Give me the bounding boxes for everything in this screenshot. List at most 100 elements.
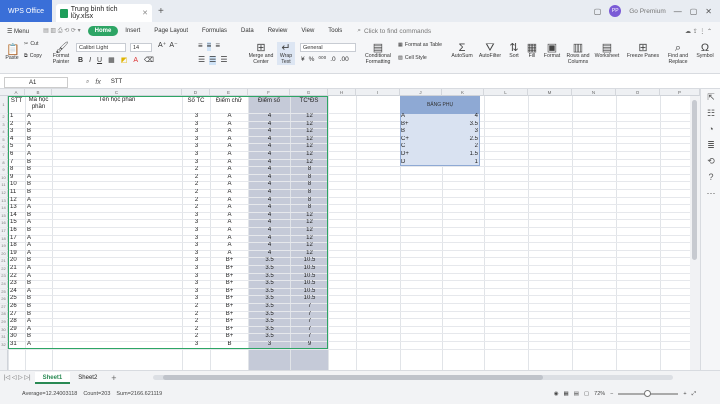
avatar[interactable]: PP [609,5,622,17]
align-left-buttons[interactable]: ☰ ☰ ☰ [198,55,228,65]
lookup-grade-cell[interactable]: B+ [401,121,431,129]
column-header-g[interactable]: G [290,89,328,96]
close-window-icon[interactable]: ✕ [705,7,712,16]
name-box[interactable]: A1 [4,76,68,88]
cut-button[interactable]: ✂ Cut [24,41,38,48]
row-header[interactable]: 1 [0,96,7,113]
lookup-score-cell[interactable]: 2.5 [450,136,478,144]
sheet-nav-icons[interactable]: |◁ ◁ ▷ ▷| [0,374,35,381]
zoom-in-icon[interactable]: + [683,391,686,397]
column-header-n[interactable]: N [572,89,616,96]
row-header[interactable]: 10 [0,174,7,182]
row-header[interactable]: 21 [0,257,7,265]
format-as-table-button[interactable]: ▦ Format as Table [398,42,442,49]
column-header-c[interactable]: C [52,89,182,96]
italic-icon[interactable]: I [89,57,91,65]
backup-icon[interactable]: ⟲ [701,153,720,169]
row-header[interactable]: 3 [0,121,7,129]
select-icon[interactable]: ⇱ [701,89,720,105]
page-break-icon[interactable]: ▤ [574,391,579,397]
tab-home[interactable]: Home [87,26,119,36]
align-center-icon[interactable]: ☰ [209,55,217,65]
row-header[interactable]: 8 [0,159,7,167]
lookup-score-cell[interactable]: 1 [450,159,478,167]
lookup-grade-cell[interactable]: D [401,159,431,167]
cell-style-button[interactable]: ▨ Cell Style [398,55,427,62]
lookup-score-cell[interactable]: 3.5 [450,121,478,129]
clear-format-icon[interactable]: ⌫ [144,57,154,65]
column-header-j[interactable]: J [400,89,442,96]
format-painter-button[interactable]: 🖌 Format Painter [50,42,72,65]
sort-button[interactable]: ⇅ Sort [505,42,523,60]
border-icon[interactable]: ▦ [108,57,115,65]
command-search[interactable]: ⌕ Click to find commands [357,27,431,35]
row-header[interactable]: 6 [0,143,7,151]
window-list-icon[interactable]: ▢ [594,7,602,16]
more-icon[interactable]: ⋯ [701,185,720,201]
horizontal-scroll-thumb[interactable] [162,375,543,380]
font-size-adjust[interactable]: A⁺ A⁻ [158,42,178,50]
page-layout-icon[interactable]: ▢ [584,391,589,397]
align-left-icon[interactable]: ☰ [198,55,205,65]
lookup-grade-cell[interactable]: D+ [401,151,431,159]
lookup-score-cell[interactable]: 2 [450,143,478,151]
align-top-buttons[interactable]: ≡ ≡ ≡ [198,41,220,51]
sheet-tab-1[interactable]: Sheet1 [34,371,71,384]
align-top-icon[interactable]: ≡ [198,41,203,51]
column-header-k[interactable]: K [442,89,484,96]
tab-insert[interactable]: Insert [118,28,147,34]
quick-access-icons[interactable]: ▤ ▥ ⎙ ⟲ ⟳ ▾ [36,27,88,35]
merge-center-button[interactable]: ⊞ Merge and Center [248,42,274,65]
column-header-h[interactable]: H [328,89,356,96]
formula-input[interactable]: STT [111,79,122,85]
row-header[interactable]: 5 [0,136,7,144]
tab-tools[interactable]: Tools [321,28,349,34]
format-button[interactable]: ▣ Format [542,42,562,60]
row-header[interactable]: 4 [0,128,7,136]
number-format-buttons[interactable]: ¥% ⁰⁰⁰ .0 .00 [301,56,349,63]
symbol-button[interactable]: Ω Symbol [694,42,716,60]
column-header-e[interactable]: E [210,89,248,96]
font-color-icon[interactable]: A [133,57,138,65]
tab-formulas[interactable]: Formulas [195,28,234,34]
row-header[interactable]: 7 [0,151,7,159]
percent-icon[interactable]: % [309,56,315,63]
new-tab-icon[interactable]: + [158,6,164,17]
row-header[interactable]: 20 [0,250,7,258]
row-header[interactable]: 9 [0,166,7,174]
zoom-slider-knob[interactable] [644,390,652,397]
lookup-score-cell[interactable]: 4 [450,113,478,121]
tab-data[interactable]: Data [234,28,261,34]
row-header[interactable]: 2 [0,113,7,121]
add-sheet-icon[interactable]: + [105,373,122,383]
find-replace-button[interactable]: ⌕ Find and Replace [666,42,690,65]
spreadsheet-grid[interactable]: 1 2 3 4 5 6 7 8 9 10 11 12 13 14 15 16 17 18 19 20 21 22 23 24 2… [0,96,700,370]
lookup-grade-cell[interactable]: C [401,143,431,151]
lookup-score-cell[interactable]: 1.5 [450,151,478,159]
lookup-grade-cell[interactable]: A [401,113,431,121]
autofilter-button[interactable]: ⛛ AutoFilter [478,42,502,60]
conditional-formatting-button[interactable]: ▤ Conditional Formatting [362,42,394,65]
row-header[interactable]: 22 [0,265,7,273]
column-header-b[interactable]: B [25,89,52,96]
go-premium-link[interactable]: Go Premium [629,8,665,15]
sheet-tab-2[interactable]: Sheet2 [70,372,105,384]
font-style-buttons[interactable]: BIU ▦ ◩ A ⌫ [78,57,154,65]
column-header-a[interactable]: A [8,89,25,96]
shapes-icon[interactable]: ◔ [701,121,720,137]
maximize-icon[interactable]: ▢ [690,7,698,16]
underline-icon[interactable]: U [97,57,102,65]
align-right-icon[interactable]: ☰ [220,55,227,65]
wrap-text-button[interactable]: ↵ Wrap Text [277,42,295,66]
decrease-decimal-icon[interactable]: .00 [340,56,349,63]
styles-icon[interactable]: ≣ [701,137,720,153]
bold-icon[interactable]: B [78,57,83,65]
row-header[interactable]: 23 [0,272,7,280]
lookup-grade-cell[interactable]: B [401,128,431,136]
column-header-i[interactable]: I [356,89,400,96]
tab-review[interactable]: Review [261,28,295,34]
vertical-scroll-thumb[interactable] [692,100,697,260]
thousands-icon[interactable]: ⁰⁰⁰ [318,56,326,63]
currency-icon[interactable]: ¥ [301,56,305,63]
minimize-icon[interactable]: — [674,7,682,16]
